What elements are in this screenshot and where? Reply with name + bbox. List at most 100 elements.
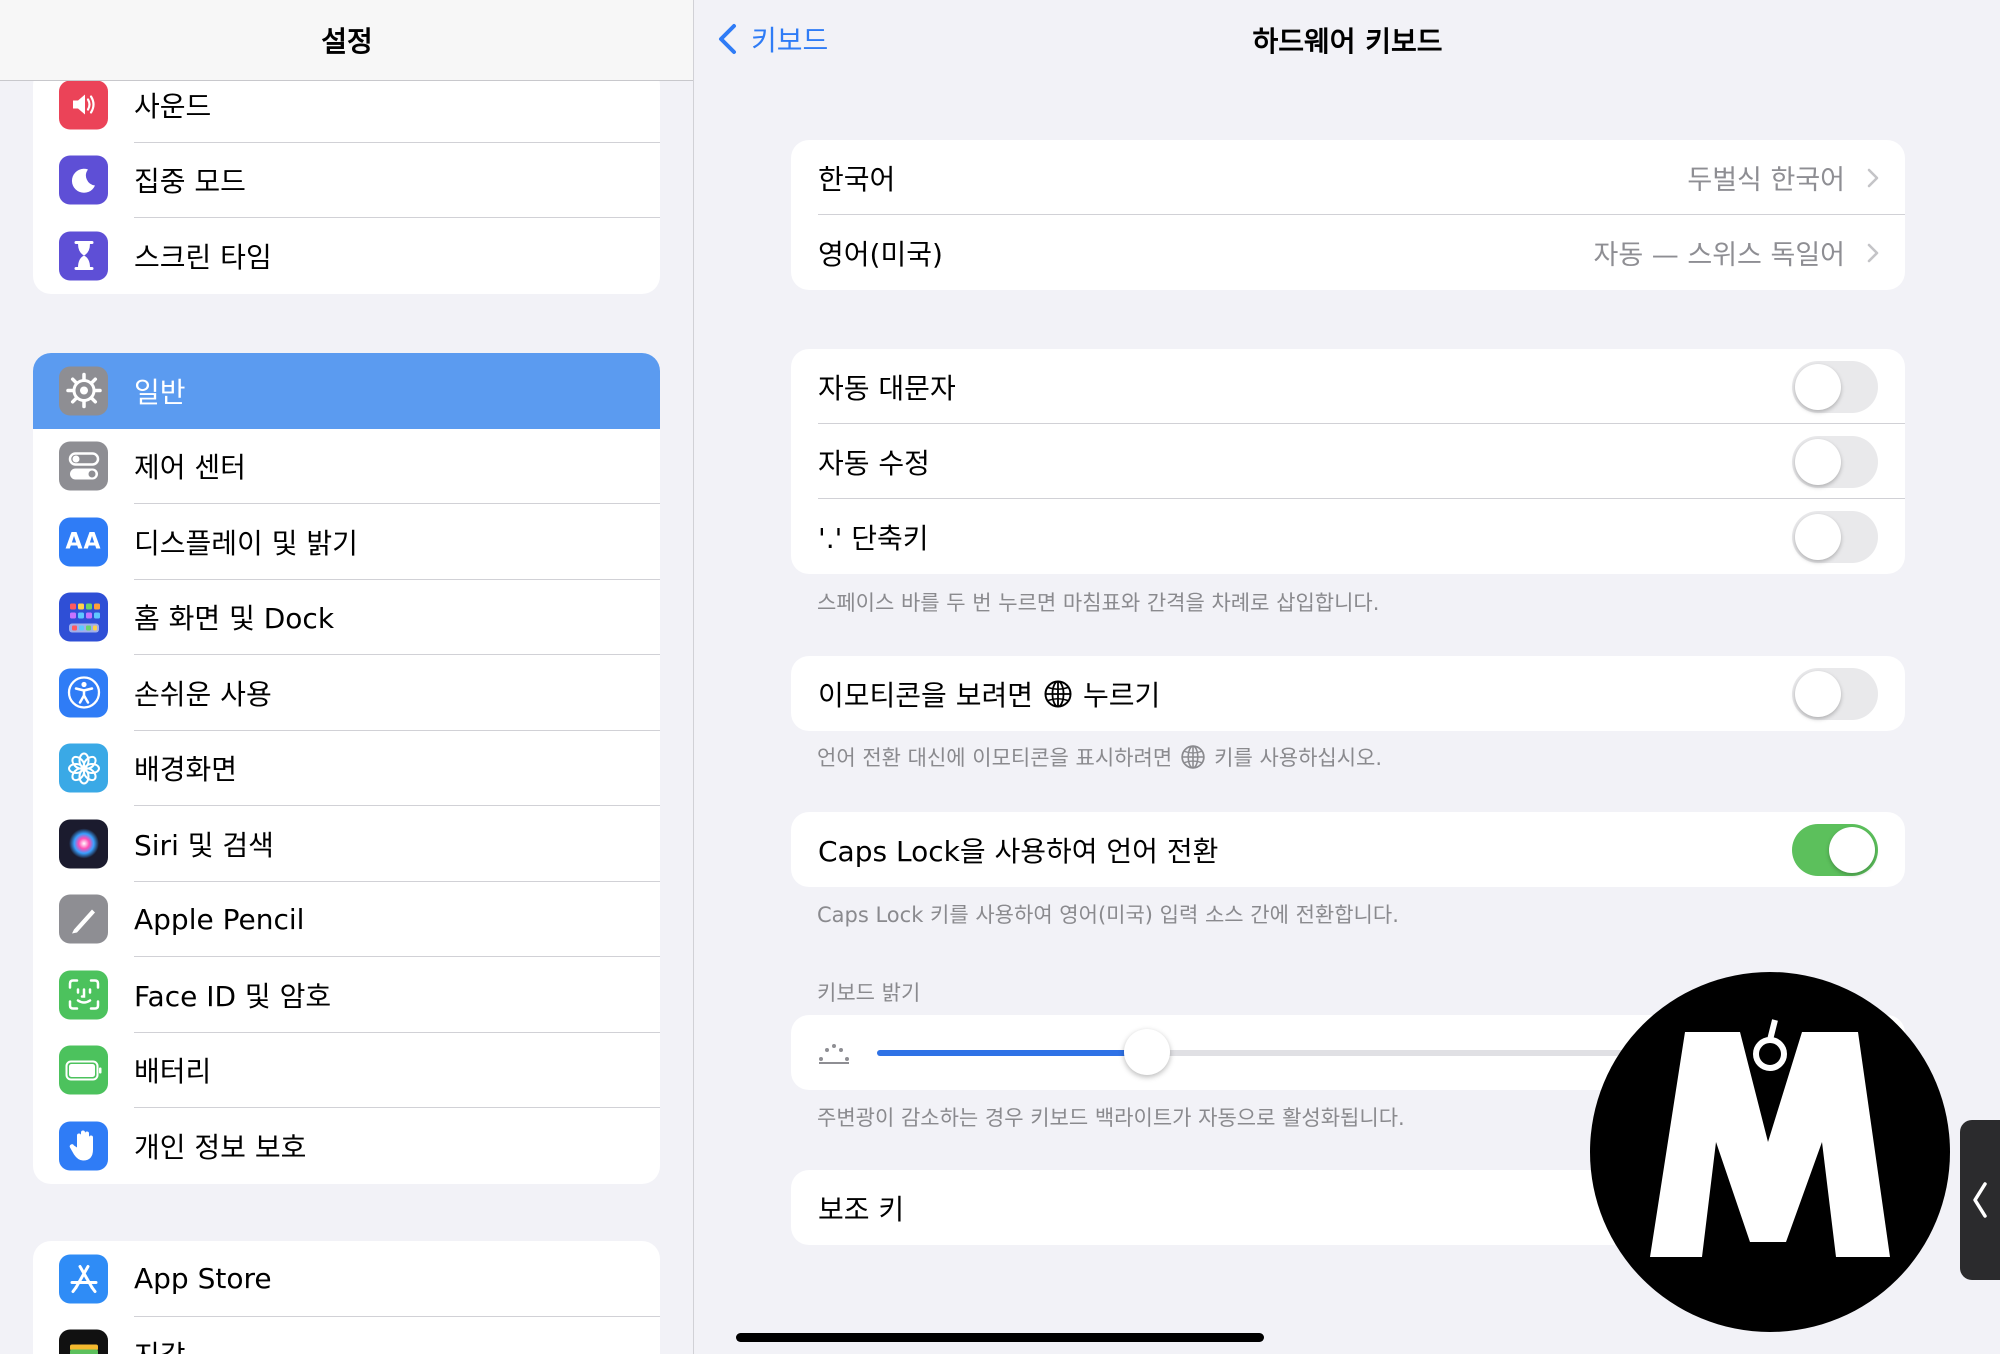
capslock-row: Caps Lock을 사용하여 언어 전환: [791, 812, 1905, 887]
sidebar-item-label: Face ID 및 암호: [134, 979, 332, 1013]
sidebar-item[interactable]: 배경화면: [33, 731, 660, 806]
capslock-footnote: Caps Lock 키를 사용하여 영어(미국) 입력 소스 간에 전환합니다.: [817, 903, 1399, 927]
sidebar-item-label: 홈 화면 및 Dock: [134, 602, 335, 636]
period-footnote: 스페이스 바를 두 번 누르면 마침표와 간격을 차례로 삽입합니다.: [817, 591, 1380, 615]
toggle-knob: [1795, 513, 1841, 560]
toggle-knob: [1795, 670, 1841, 717]
emoji-footnote-suffix: 키를 사용하십시오.: [1214, 746, 1383, 770]
sidebar-item-label: Siri 및 검색: [134, 828, 274, 862]
language-row-english[interactable]: 영어(미국) 자동 — 스위스 독일어: [791, 215, 1905, 290]
period-shortcut-row: '.' 단축키: [791, 499, 1905, 574]
sidebar-item[interactable]: AA 디스플레이 및 밝기: [33, 504, 660, 580]
sidebar-item[interactable]: 제어 센터: [33, 429, 660, 504]
emoji-toggle[interactable]: [1792, 667, 1878, 720]
capslock-label: Caps Lock을 사용하여 언어 전환: [818, 834, 1219, 868]
pencil-icon: [59, 894, 108, 944]
page-title: 하드웨어 키보드: [1252, 25, 1443, 58]
emoji-label-suffix: 누르기: [1082, 678, 1161, 712]
sidebar-item-label: App Store: [134, 1262, 272, 1296]
text-options-card: 자동 대문자 자동 수정 '.' 단축키: [791, 349, 1905, 574]
speaker-icon: [59, 80, 108, 130]
accessibility-icon: [59, 668, 108, 718]
chevron-right-icon: [1867, 243, 1879, 262]
toggle-knob: [1829, 826, 1875, 873]
siri-icon: [59, 819, 108, 869]
sidebar-item[interactable]: App Store: [33, 1241, 660, 1317]
emoji-row: 이모티콘을 보려면 누르기: [791, 656, 1905, 731]
sidebar-item-label: 사운드: [134, 89, 212, 123]
sidebar-item[interactable]: 스크린 타임: [33, 218, 660, 294]
period-shortcut-toggle[interactable]: [1792, 510, 1878, 563]
emoji-footnote-prefix: 언어 전환 대신에 이모티콘을 표시하려면: [817, 746, 1173, 770]
sidebar-item-label: 지갑: [134, 1334, 186, 1354]
text-size-icon: AA: [59, 517, 108, 567]
language-label: 영어(미국): [818, 237, 943, 271]
emoji-card: 이모티콘을 보려면 누르기: [791, 656, 1905, 731]
toggle-knob: [1795, 438, 1841, 485]
grid-icon: [59, 592, 108, 642]
settings-group-1: 사운드집중 모드스크린 타임: [33, 67, 660, 294]
battery-icon: [59, 1045, 108, 1095]
sidebar-item-label: 디스플레이 및 밝기: [134, 526, 358, 560]
wallet-icon: [59, 1329, 108, 1354]
sidebar-item[interactable]: Apple Pencil: [33, 882, 660, 957]
sidebar-item-label: 집중 모드: [134, 165, 246, 199]
sidebar-item[interactable]: Siri 및 검색: [33, 806, 660, 882]
detail-header: 키보드 하드웨어 키보드: [695, 0, 2000, 81]
settings-group-3: App Store 지갑: [33, 1241, 660, 1354]
sidebar-item[interactable]: 개인 정보 보호: [33, 1108, 660, 1184]
side-panel-handle[interactable]: [1960, 1120, 2000, 1280]
sidebar-item-label: 개인 정보 보호: [134, 1130, 307, 1164]
globe-icon: [1044, 680, 1072, 707]
capslock-card: Caps Lock을 사용하여 언어 전환: [791, 812, 1905, 887]
sidebar-header: 설정: [0, 0, 693, 81]
language-card: 한국어 두벌식 한국어 영어(미국) 자동 — 스위스 독일어: [791, 140, 1905, 290]
language-label: 한국어: [818, 162, 896, 196]
toggle-label: '.' 단축키: [818, 521, 929, 555]
switches-icon: [59, 441, 108, 491]
sidebar: 설정 사운드집중 모드스크린 타임 일반제어 센터 AA 디스플레이 및 밝기홈 화…: [0, 0, 694, 1354]
sidebar-item[interactable]: 지갑: [33, 1317, 660, 1354]
toggle-knob: [1795, 363, 1841, 410]
sidebar-item-label: 배경화면: [134, 753, 238, 787]
home-indicator[interactable]: [736, 1333, 1264, 1342]
moon-icon: [59, 155, 108, 205]
brightness-slider[interactable]: [877, 1029, 1647, 1075]
chevron-left-icon: [1973, 1182, 1987, 1218]
sidebar-item-label: 제어 센터: [134, 451, 246, 485]
emoji-footnote: 언어 전환 대신에 이모티콘을 표시하려면 키를 사용하십시오.: [817, 742, 1382, 772]
sidebar-item[interactable]: 일반: [33, 353, 660, 429]
chevron-right-icon: [1867, 168, 1879, 187]
flower-icon: [59, 743, 108, 793]
sidebar-item[interactable]: Face ID 및 암호: [33, 957, 660, 1033]
brightness-low-icon: [819, 1044, 849, 1064]
face-id-icon: [59, 970, 108, 1020]
brightness-footnote: 주변광이 감소하는 경우 키보드 백라이트가 자동으로 활성화됩니다.: [817, 1106, 1405, 1130]
brightness-header: 키보드 밝기: [817, 981, 921, 1005]
auto-capitalize-toggle[interactable]: [1792, 360, 1878, 413]
slider-thumb[interactable]: [1123, 1029, 1170, 1075]
sidebar-item[interactable]: 홈 화면 및 Dock: [33, 580, 660, 655]
language-value: 자동 — 스위스 독일어: [1593, 240, 1845, 271]
language-row-korean[interactable]: 한국어 두벌식 한국어: [791, 140, 1905, 215]
sidebar-item-label: 일반: [134, 375, 186, 409]
sidebar-item[interactable]: 집중 모드: [33, 143, 660, 218]
auto-capitalize-row: 자동 대문자: [791, 349, 1905, 424]
toggle-label: 자동 대문자: [818, 371, 956, 405]
app-store-icon: [59, 1254, 108, 1304]
language-value: 두벌식 한국어: [1687, 165, 1845, 196]
sidebar-item-label: Apple Pencil: [134, 902, 305, 936]
capslock-toggle[interactable]: [1792, 823, 1878, 876]
auto-correct-toggle[interactable]: [1792, 435, 1878, 488]
sidebar-item-label: 스크린 타임: [134, 240, 272, 274]
modifier-label: 보조 키: [818, 1192, 905, 1226]
sidebar-item-label: 손쉬운 사용: [134, 677, 272, 711]
sidebar-item-label: 배터리: [134, 1055, 212, 1089]
sidebar-item[interactable]: 손쉬운 사용: [33, 655, 660, 731]
gear-icon: [59, 366, 108, 416]
auto-correct-row: 자동 수정: [791, 424, 1905, 499]
hourglass-icon: [59, 231, 108, 281]
sidebar-title: 설정: [321, 25, 373, 58]
emoji-label-prefix: 이모티콘을 보려면: [818, 678, 1033, 712]
sidebar-item[interactable]: 배터리: [33, 1033, 660, 1108]
